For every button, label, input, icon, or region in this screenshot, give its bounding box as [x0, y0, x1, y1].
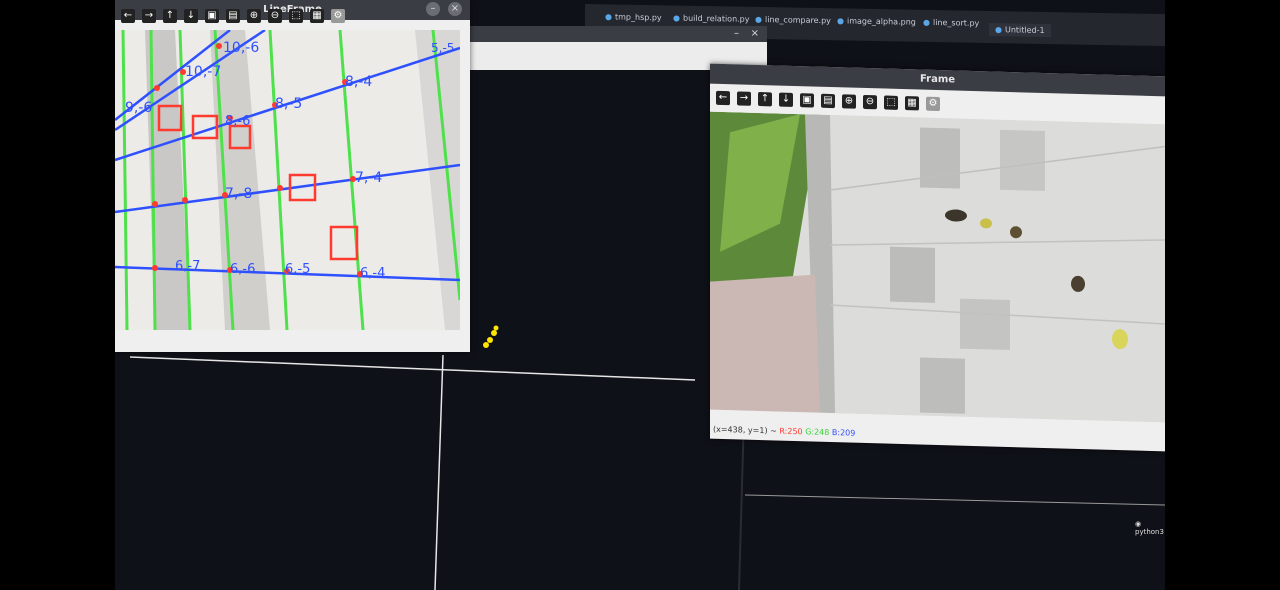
- intersection-point: [152, 201, 158, 207]
- copy-icon[interactable]: ▦: [310, 9, 324, 23]
- grid-label: 8,-4: [345, 74, 372, 90]
- grid-label: 10,-7: [185, 64, 221, 80]
- save-image-icon[interactable]: ▤: [226, 9, 240, 23]
- intersection-point: [152, 265, 158, 271]
- grid-label: 8,-5: [275, 96, 302, 112]
- copy-icon[interactable]: ▦: [905, 96, 919, 111]
- grid-label: 6,-4: [360, 266, 385, 281]
- save-region-icon[interactable]: ▣: [205, 9, 219, 23]
- grid-label: 9,-6: [125, 100, 152, 116]
- intersection-point: [216, 43, 222, 49]
- frame-image: [710, 111, 1165, 423]
- pixel-status-bar: (x=438, y=1) ~ R:250 G:248 B:209: [710, 423, 855, 441]
- arrow-right-icon[interactable]: →: [142, 9, 156, 23]
- frame-canvas: [710, 111, 1165, 423]
- grid-label: 10,-6: [223, 40, 259, 56]
- status-coords: (x=438, y=1) ~: [713, 424, 777, 436]
- settings-icon[interactable]: ⚙: [926, 96, 940, 112]
- arrow-left-icon[interactable]: ←: [121, 9, 135, 23]
- arrow-down-icon[interactable]: ↓: [184, 9, 198, 23]
- lineframe-image: 10,-6 10,-7 5,-5 8,-4 8,-5 7,-4 7,-8 6,-…: [115, 30, 460, 330]
- arrow-down-icon[interactable]: ↓: [779, 92, 793, 107]
- zoom-in-icon[interactable]: ⊕: [842, 94, 856, 109]
- horizontal-crosshair-line: [129, 356, 696, 381]
- yellow-marker: [493, 325, 499, 331]
- grid-label: 7,-4: [355, 170, 382, 186]
- monitor-screen: ● tmp_hsp.py ● build_relation.py ● line_com…: [115, 0, 1165, 590]
- grid-label: 6,-5: [285, 262, 310, 277]
- settings-icon[interactable]: ⚙: [331, 9, 345, 23]
- terminal-label-text: python3: [1135, 528, 1164, 536]
- zoom-fit-icon[interactable]: ⬚: [884, 95, 898, 110]
- arrow-left-icon[interactable]: ←: [716, 90, 730, 106]
- grid-label: 6,-7: [175, 259, 200, 274]
- grid-label: 7,-8: [225, 186, 252, 202]
- zoom-out-icon[interactable]: ⊖: [268, 9, 282, 23]
- arrow-up-icon[interactable]: ↑: [758, 91, 772, 107]
- vertical-crosshair-line: [434, 354, 444, 590]
- save-region-icon[interactable]: ▣: [800, 93, 814, 108]
- grid-label: 5,-5: [431, 41, 454, 55]
- terminal-divider: [744, 494, 1165, 506]
- lineframe-canvas: 10,-6 10,-7 5,-5 8,-4 8,-5 7,-4 7,-8 6,-…: [115, 30, 460, 330]
- intersection-point: [182, 197, 188, 203]
- zoom-out-icon[interactable]: ⊖: [863, 94, 877, 110]
- intersection-point: [154, 85, 160, 91]
- save-image-icon[interactable]: ▤: [821, 93, 835, 109]
- grid-label: 6,-6: [230, 262, 255, 277]
- status-red: R:250: [779, 426, 803, 437]
- zoom-fit-icon[interactable]: ⬚: [289, 9, 303, 23]
- lineframe-window: LineFrame – × ← → ↑ ↓ ▣ ▤ ⊕ ⊖ ⬚ ▦ ⚙: [115, 0, 470, 352]
- frame-window: Frame ← → ↑ ↓ ▣ ▤ ⊕ ⊖ ⬚ ▦ ⚙ (x=438, y=1)…: [710, 63, 1165, 452]
- status-blue: B:209: [831, 428, 856, 438]
- arrow-up-icon[interactable]: ↑: [163, 9, 177, 23]
- toolbar: ← → ↑ ↓ ▣ ▤ ⊕ ⊖ ⬚ ▦ ⚙: [115, 6, 470, 26]
- zoom-in-icon[interactable]: ⊕: [247, 9, 261, 23]
- yellow-marker: [491, 330, 497, 336]
- grid-label: 8,-6: [225, 114, 250, 129]
- status-green: G:248: [805, 427, 830, 437]
- yellow-marker: [483, 342, 489, 348]
- yellow-marker: [487, 337, 493, 343]
- arrow-right-icon[interactable]: →: [737, 91, 751, 106]
- intersection-point: [277, 185, 283, 191]
- terminal-label: ◉ python3: [1135, 520, 1164, 536]
